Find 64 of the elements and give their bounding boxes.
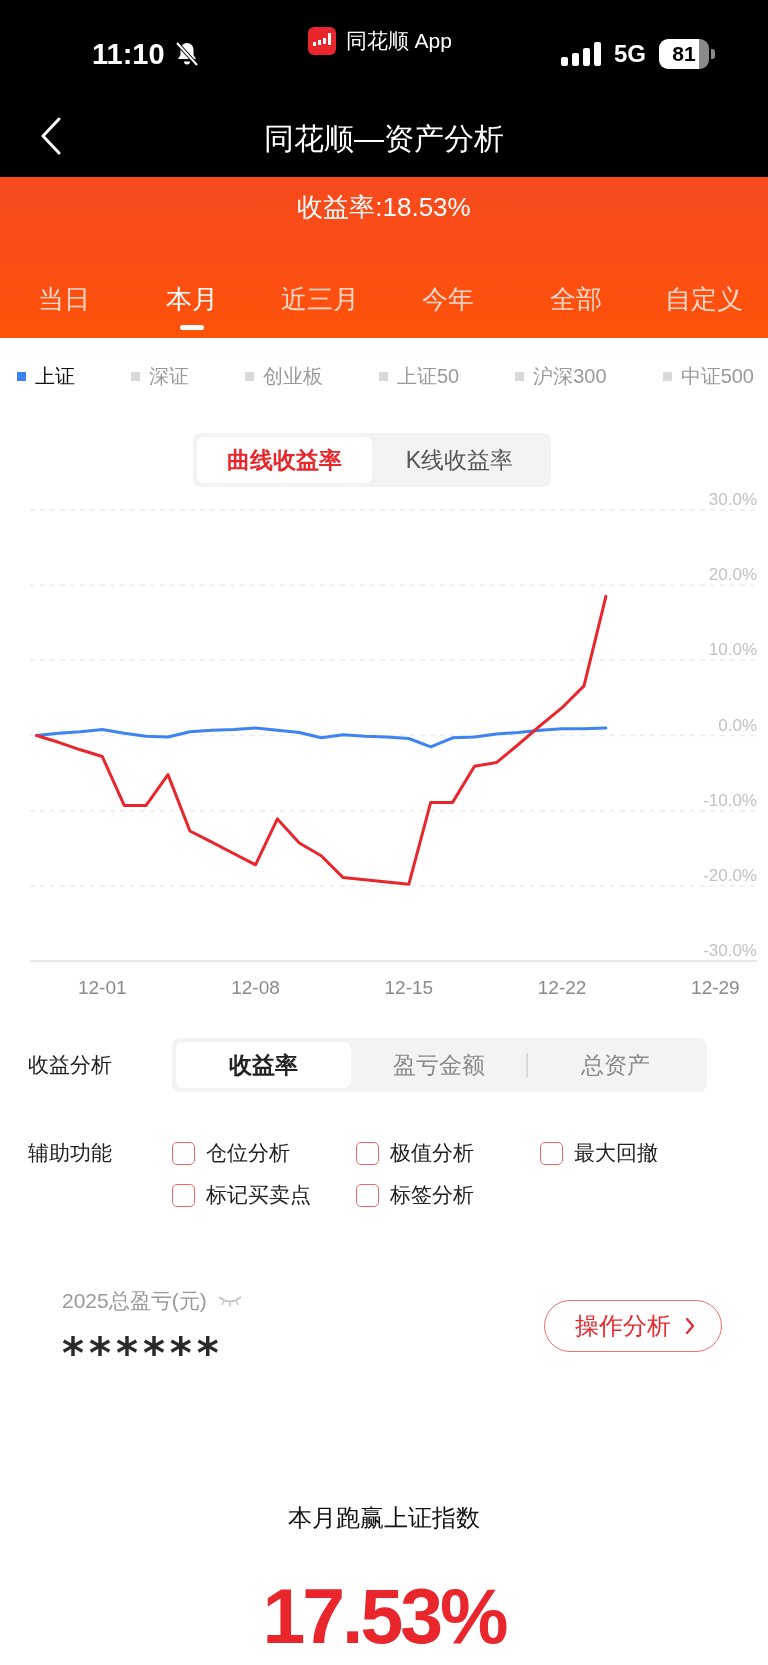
analysis-tab[interactable]: 收益率 bbox=[176, 1042, 352, 1088]
chart-mode-tab[interactable]: 曲线收益率 bbox=[197, 437, 372, 483]
beat-index-label: 本月跑赢上证指数 bbox=[288, 1503, 480, 1533]
analysis-tab[interactable]: 盈亏金额 bbox=[351, 1042, 527, 1088]
chevron-right-icon bbox=[685, 1317, 695, 1335]
checkbox-label[interactable]: 最大回撤 bbox=[574, 1139, 658, 1167]
checkbox-label[interactable]: 仓位分析 bbox=[206, 1139, 290, 1167]
checkbox[interactable] bbox=[172, 1141, 195, 1165]
index-legend-item[interactable]: 上证 bbox=[17, 362, 75, 390]
checkbox-label[interactable]: 标记买卖点 bbox=[206, 1181, 311, 1209]
square-marker-icon bbox=[662, 371, 672, 381]
y-axis-label: 30.0% bbox=[708, 490, 757, 509]
period-tab[interactable]: 本月 bbox=[166, 277, 218, 330]
y-axis-label: 20.0% bbox=[708, 565, 757, 585]
index-legend-item[interactable]: 创业板 bbox=[245, 362, 323, 390]
closed-eye-icon[interactable] bbox=[216, 1295, 243, 1307]
y-axis-label: 10.0% bbox=[708, 640, 757, 660]
index-legend-item[interactable]: 沪深300 bbox=[515, 362, 607, 390]
square-marker-icon bbox=[515, 371, 525, 381]
page-title: 同花顺—资产分析 bbox=[264, 120, 504, 157]
checkbox[interactable] bbox=[356, 1183, 379, 1207]
y-axis-label: -10.0% bbox=[703, 790, 757, 810]
index-legend-item[interactable]: 上证50 bbox=[379, 362, 460, 390]
status-time: 11:10 bbox=[92, 37, 165, 71]
period-tab[interactable]: 近三月 bbox=[281, 277, 359, 330]
index-legend-item[interactable]: 中证500 bbox=[662, 362, 754, 390]
y-axis-label: 0.0% bbox=[718, 715, 757, 735]
section-label: 辅助功能 bbox=[28, 1140, 113, 1166]
hidden-amount: ****** bbox=[62, 1332, 224, 1376]
app-label[interactable]: 同花顺 App bbox=[345, 28, 452, 54]
x-axis-label: 12-08 bbox=[231, 977, 280, 998]
checkbox-label[interactable]: 极值分析 bbox=[390, 1139, 474, 1167]
period-tab[interactable]: 今年 bbox=[422, 277, 474, 330]
checkbox-label[interactable]: 标签分析 bbox=[390, 1181, 474, 1209]
muted-bell-icon bbox=[174, 41, 199, 67]
x-axis-label: 12-22 bbox=[537, 977, 587, 998]
operation-analysis-button[interactable]: 操作分析 bbox=[544, 1300, 722, 1352]
x-axis-label: 12-01 bbox=[77, 977, 127, 998]
analysis-tab[interactable]: 总资产 bbox=[527, 1042, 703, 1088]
y-axis-label: -30.0% bbox=[703, 941, 757, 960]
checkbox[interactable] bbox=[172, 1183, 195, 1207]
battery-indicator: 81 bbox=[659, 39, 715, 69]
checkbox[interactable] bbox=[540, 1141, 563, 1165]
checkbox[interactable] bbox=[356, 1141, 379, 1165]
total-profit-label: 2025总盈亏(元) bbox=[62, 1288, 207, 1314]
chart-mode-tab[interactable]: K线收益率 bbox=[372, 437, 547, 483]
period-tab[interactable]: 自定义 bbox=[665, 277, 743, 330]
section-label: 收益分析 bbox=[28, 1052, 113, 1078]
beat-index-value: 17.53% bbox=[262, 1572, 506, 1661]
app-icon bbox=[307, 27, 336, 55]
x-axis-label: 12-29 bbox=[691, 977, 740, 998]
square-marker-icon bbox=[245, 371, 254, 381]
y-axis-label: -20.0% bbox=[703, 865, 757, 885]
x-axis-label: 12-15 bbox=[384, 977, 434, 998]
period-tab[interactable]: 当日 bbox=[38, 277, 90, 330]
period-tab[interactable]: 全部 bbox=[550, 277, 602, 330]
back-icon[interactable] bbox=[40, 117, 62, 155]
return-rate-summary: 收益率:18.53% bbox=[297, 191, 471, 224]
square-marker-icon bbox=[379, 371, 388, 381]
square-marker-icon bbox=[17, 371, 26, 381]
signal-icon bbox=[560, 42, 601, 66]
network-label: 5G bbox=[613, 40, 646, 68]
square-marker-icon bbox=[131, 371, 140, 381]
index-legend-item[interactable]: 深证 bbox=[131, 362, 189, 390]
